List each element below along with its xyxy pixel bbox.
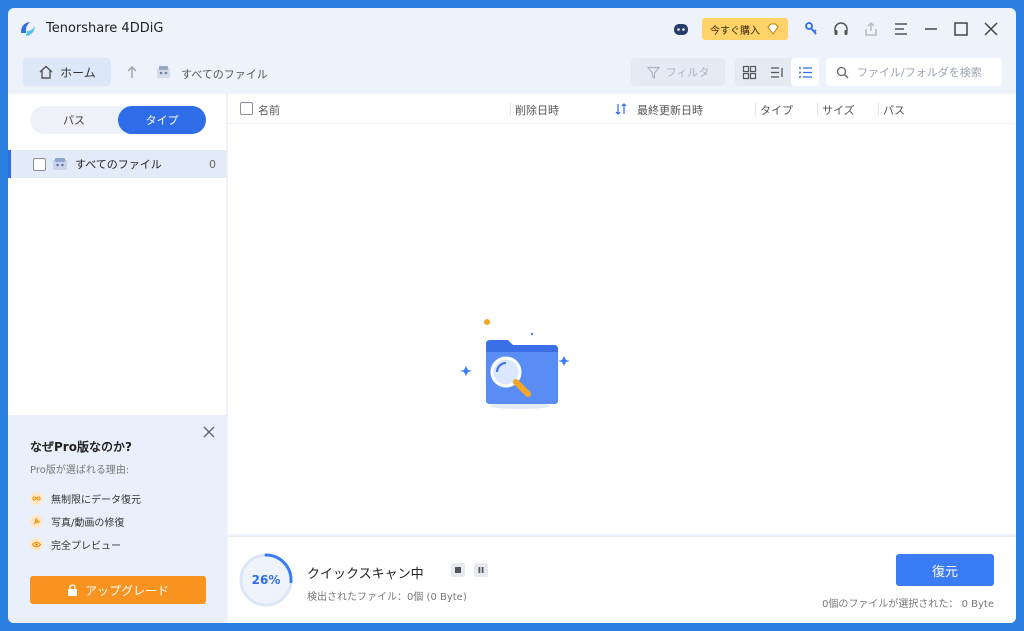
app-logo-icon — [21, 22, 35, 36]
detail-view-button[interactable] — [763, 58, 791, 86]
promo-feature: 写真/動画の修復 — [30, 514, 124, 529]
pause-scan-button[interactable] — [474, 563, 488, 577]
app-window: Tenorshare 4DDiG 今すぐ購入 ホーム すべてのファイル フィルタ… — [8, 8, 1016, 623]
column-divider — [510, 102, 511, 116]
sidebar-item-label: すべてのファイル — [75, 158, 162, 171]
diamond-icon — [767, 23, 779, 35]
all-files-icon — [53, 158, 67, 170]
upgrade-button[interactable]: アップグレード — [30, 576, 206, 604]
search-icon — [836, 66, 849, 78]
close-icon[interactable] — [976, 16, 1006, 42]
scanning-folder-illustration — [460, 319, 570, 409]
selected-files-info: 0個のファイルが選択された： 0 Byte — [822, 599, 994, 610]
home-button[interactable]: ホーム — [23, 58, 111, 86]
home-icon — [39, 65, 53, 79]
stop-icon — [455, 567, 461, 573]
app-title: Tenorshare 4DDiG — [46, 21, 164, 36]
tab-path[interactable]: パス — [30, 106, 118, 134]
menu-icon[interactable] — [886, 16, 916, 42]
all-files-icon — [157, 66, 170, 78]
restore-button[interactable]: 復元 — [896, 554, 994, 586]
detail-list-icon — [770, 66, 783, 78]
sort-icon[interactable] — [614, 102, 628, 116]
grid-view-button[interactable] — [735, 58, 763, 86]
stop-scan-button[interactable] — [451, 563, 465, 577]
filter-button[interactable]: フィルタ — [631, 58, 725, 86]
promo-feature-label: 写真/動画の修復 — [51, 518, 125, 529]
table-header: 名前 削除日時 最終更新日時 タイプ サイズ パス — [228, 94, 1016, 124]
tab-type[interactable]: タイプ — [118, 106, 206, 134]
minimize-icon[interactable] — [916, 16, 946, 42]
key-icon[interactable] — [796, 16, 826, 42]
maximize-icon[interactable] — [946, 16, 976, 42]
promo-subtitle: Pro版が選ばれる理由: — [30, 465, 130, 476]
eye-icon — [30, 538, 43, 551]
window-controls: 今すぐ購入 — [666, 16, 1006, 42]
filter-label: フィルタ — [665, 66, 710, 79]
pause-icon — [478, 567, 484, 573]
home-label: ホーム — [60, 65, 96, 80]
buy-now-label: 今すぐ購入 — [710, 25, 760, 37]
promo-feature: 完全プレビュー — [30, 537, 121, 552]
column-type[interactable]: タイプ — [760, 102, 793, 118]
upgrade-label: アップグレード — [84, 583, 169, 598]
sidebar-item-all-files[interactable]: すべてのファイル 0 — [8, 150, 226, 178]
search-box — [826, 58, 1002, 86]
assistant-icon[interactable] — [666, 16, 696, 42]
all-files-checkbox[interactable] — [33, 157, 46, 171]
lock-icon — [67, 584, 77, 596]
grid-icon — [742, 65, 756, 79]
promo-feature: 無制限にデータ復元 — [30, 491, 141, 506]
column-deleted-date[interactable]: 削除日時 — [515, 102, 559, 118]
column-size[interactable]: サイズ — [822, 102, 855, 118]
file-list-panel: 名前 削除日時 最終更新日時 タイプ サイズ パス — [228, 94, 1016, 534]
filter-icon — [646, 66, 660, 79]
share-icon[interactable] — [856, 16, 886, 42]
promo-title: なぜPro版なのか? — [30, 440, 132, 454]
infinity-icon — [30, 492, 43, 505]
sidebar-item-count: 0 — [209, 157, 216, 171]
promo-feature-label: 完全プレビュー — [51, 541, 121, 552]
search-input[interactable] — [857, 65, 997, 79]
scan-status-bar: 26% クイックスキャン中 検出されたファイル：0個 (0 Byte) 復元 0… — [228, 536, 1016, 623]
arrow-up-icon[interactable] — [124, 64, 140, 80]
column-path[interactable]: パス — [883, 102, 905, 118]
column-name[interactable]: 名前 — [258, 102, 280, 118]
buy-now-button[interactable]: 今すぐ購入 — [702, 18, 788, 40]
view-mode-toggle — [735, 58, 819, 86]
column-modified-date[interactable]: 最終更新日時 — [637, 102, 703, 118]
column-divider — [878, 102, 879, 116]
list-icon — [798, 66, 812, 78]
detected-files-text: 検出されたファイル：0個 (0 Byte) — [307, 592, 467, 603]
title-bar: Tenorshare 4DDiG 今すぐ購入 — [8, 8, 1016, 50]
pro-promo-panel: なぜPro版なのか? Pro版が選ばれる理由: 無制限にデータ復元 写真/動画の… — [8, 415, 226, 623]
headset-icon[interactable] — [826, 16, 856, 42]
select-all-checkbox[interactable] — [240, 102, 253, 115]
column-divider — [755, 102, 756, 116]
toolbar: ホーム すべてのファイル フィルタ — [8, 54, 1016, 90]
breadcrumb[interactable]: すべてのファイル — [181, 66, 268, 82]
close-icon[interactable] — [202, 425, 216, 439]
sidebar: パス タイプ すべてのファイル 0 なぜPro版なのか? Pro版が選ばれる理由… — [8, 94, 226, 623]
list-view-button[interactable] — [791, 58, 819, 86]
view-type-segment: パス タイプ — [30, 106, 206, 134]
promo-feature-label: 無制限にデータ復元 — [51, 495, 141, 506]
column-divider — [817, 102, 818, 116]
scan-progress-percent: 26% — [251, 573, 281, 587]
wrench-icon — [30, 515, 43, 528]
scan-title: クイックスキャン中 — [307, 567, 424, 582]
